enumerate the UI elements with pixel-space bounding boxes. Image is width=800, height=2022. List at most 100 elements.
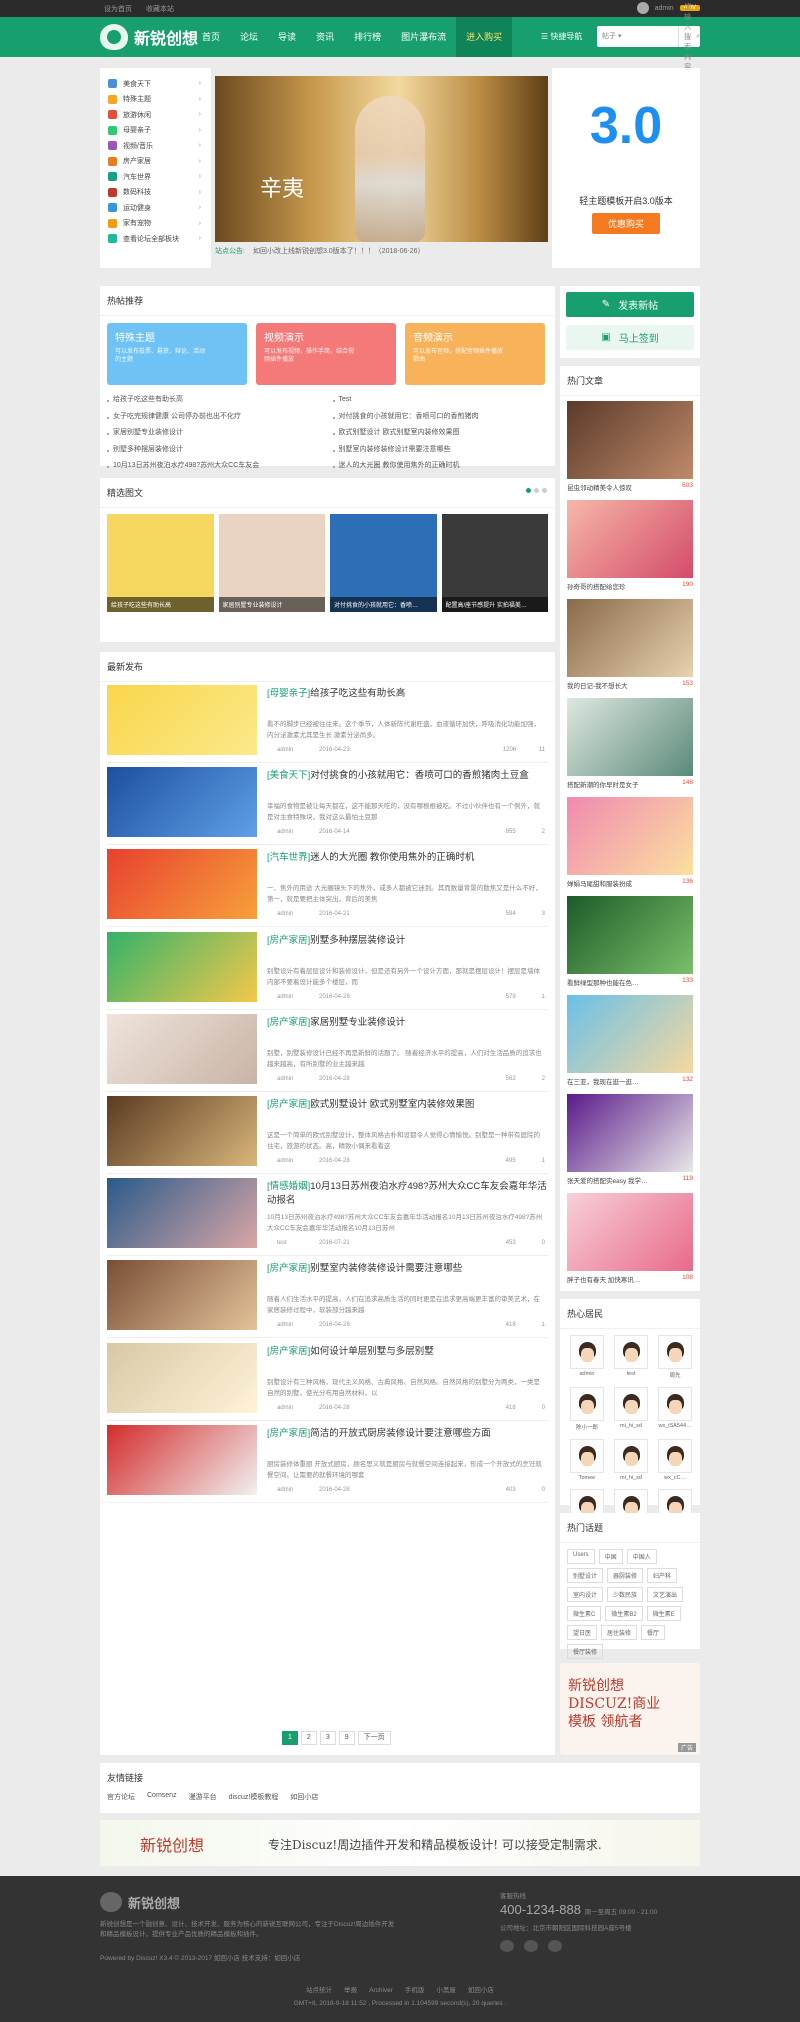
user-item[interactable]: mi_hi_sd	[613, 1439, 649, 1481]
category-item[interactable]: 母婴亲子 ›	[100, 123, 211, 139]
post-item[interactable]: [房产家居]家居别墅专业装修设计 别墅，别墅装修设计已经不再是新鲜的话题了。 随着…	[107, 1013, 548, 1092]
hot-list-item[interactable]: 欧式别墅设计 欧式别墅室内装修效果图	[332, 425, 549, 442]
footer-link[interactable]: 举报	[344, 1987, 357, 1994]
article-image[interactable]	[567, 1193, 693, 1271]
post-category[interactable]: [房产家居]	[267, 1428, 310, 1439]
page-link[interactable]: 1	[282, 1731, 298, 1745]
quick-nav[interactable]: ☰ 快捷导航	[541, 31, 582, 42]
category-item[interactable]: 数码科技 ›	[100, 185, 211, 201]
category-item[interactable]: 运动健身 ›	[100, 200, 211, 216]
post-thumbnail[interactable]	[107, 1013, 257, 1084]
article-image[interactable]	[567, 1094, 693, 1172]
search-icon[interactable]: ⌕	[696, 33, 700, 41]
site-notice[interactable]: 站点公告: 如回小改上线新锐创想3.0版本了！！！（2018-06-26）	[215, 246, 548, 256]
article-image[interactable]	[567, 401, 693, 479]
post-new-button[interactable]: ✎ 发表新帖	[566, 292, 694, 317]
post-title[interactable]: [情感婚姻]10月13日苏州夜泊水疗498?苏州大众CC车友会嘉年华活动报名	[267, 1180, 547, 1208]
article-title[interactable]: 在三亚，我现在逛一逛…	[567, 1076, 639, 1086]
user-name[interactable]: wx_iSA544…	[658, 1423, 691, 1429]
topic-tag[interactable]: 微生素C	[567, 1606, 602, 1621]
category-item[interactable]: 旅游休闲 ›	[100, 107, 211, 123]
username[interactable]: admin	[655, 5, 674, 12]
site-logo[interactable]: 新锐创想	[100, 24, 198, 50]
category-item[interactable]: 家有宠物 ›	[100, 216, 211, 232]
category-item[interactable]: 查看论坛全部板块 ›	[100, 231, 211, 247]
article-image[interactable]	[567, 995, 693, 1073]
topic-tag[interactable]: 餐厅	[641, 1625, 666, 1640]
post-item[interactable]: [房产家居]欧式别墅设计 欧式别墅室内装修效果图 这是一个简单的欧式别墅设计，整体…	[107, 1096, 548, 1174]
friend-link[interactable]: Comsenz	[147, 1792, 177, 1802]
article-item[interactable]: 婵娟马尾甜和服装扮成 136	[560, 792, 700, 891]
post-thumbnail[interactable]	[107, 685, 257, 755]
post-item[interactable]: [房产家居]别墅室内装修装修设计需要注意哪些 随着人们生活水平的提高，人们在追求高…	[107, 1260, 548, 1339]
user-name[interactable]: mi_hi_sd	[620, 1423, 642, 1429]
friend-link[interactable]: 官方论坛	[107, 1792, 135, 1802]
topic-tag[interactable]: 微生素B2	[605, 1606, 643, 1621]
sidebar-ad[interactable]: 新锐创想 DISCUZ!商业模板 领航者 广告	[560, 1663, 700, 1755]
topic-tag[interactable]: 别墅设计	[567, 1568, 604, 1583]
post-title[interactable]: [母婴亲子]给孩子吃这些有助长高	[267, 687, 547, 701]
topic-tag[interactable]: 餐厅装修	[567, 1644, 604, 1659]
article-image[interactable]	[567, 896, 693, 974]
post-author[interactable]: admin	[277, 1322, 319, 1328]
nav-item-forum[interactable]: 论坛	[230, 17, 268, 57]
post-title[interactable]: [美食天下]对付挑食的小孩就用它：香喷可口的香煎猪肉土豆盒	[267, 769, 547, 783]
post-author[interactable]: admin	[277, 1487, 319, 1493]
topic-tag[interactable]: 居住装修	[601, 1625, 638, 1640]
weibo-icon[interactable]	[500, 1940, 514, 1952]
topic-tag[interactable]: 妇产科	[647, 1568, 678, 1583]
hot-card[interactable]: 视频演示 可以发布视频，操作手简，结合视频插件播放	[256, 323, 396, 385]
post-author[interactable]: admin	[277, 911, 319, 917]
post-category[interactable]: [母婴亲子]	[267, 688, 310, 699]
user-avatar[interactable]	[570, 1387, 604, 1421]
article-image[interactable]	[567, 599, 693, 677]
user-item[interactable]: test	[613, 1335, 649, 1379]
footer-link[interactable]: Archiver	[369, 1987, 393, 1994]
hot-list-item[interactable]: 别墅多种摆层装修设计	[107, 442, 323, 459]
nav-item-news[interactable]: 资讯	[306, 17, 344, 57]
footer-link[interactable]: 手机版	[405, 1987, 425, 1994]
hot-card[interactable]: 音频演示 可以发布音频，搭配音频插件播放歌曲	[405, 323, 545, 385]
post-author[interactable]: admin	[277, 994, 319, 1000]
article-image[interactable]	[567, 797, 693, 875]
user-item[interactable]: mi_hi_sd	[613, 1387, 649, 1431]
article-title[interactable]: 昆虫邻动精美令人惊叹	[567, 482, 632, 492]
page-link[interactable]: 2	[300, 1731, 317, 1745]
article-item[interactable]: 看鲜绿型那种也能在色… 133	[560, 891, 700, 990]
selected-thumb[interactable]: 给孩子吃这些有助长高	[107, 514, 214, 612]
post-item[interactable]: [情感婚姻]10月13日苏州夜泊水疗498?苏州大众CC车友会嘉年华活动报名 10…	[107, 1178, 548, 1257]
post-thumbnail[interactable]	[107, 1424, 257, 1495]
article-item[interactable]: 在三亚，我现在逛一逛… 132	[560, 990, 700, 1089]
user-name[interactable]: mi_hi_sd	[620, 1475, 642, 1481]
article-item[interactable]: 昆虫邻动精美令人惊叹 603	[560, 396, 700, 495]
category-item[interactable]: 特殊主题 ›	[100, 92, 211, 108]
footer-link[interactable]: 小黑屋	[436, 1987, 456, 1994]
post-title[interactable]: [房产家居]别墅室内装修装修设计需要注意哪些	[267, 1262, 547, 1276]
post-title[interactable]: [房产家居]如何设计单层别墅与多层别墅	[267, 1345, 547, 1359]
article-title[interactable]: 张天爱的搭配实easy 我学…	[567, 1175, 648, 1185]
post-thumbnail[interactable]	[107, 1178, 257, 1249]
bottom-banner[interactable]: 新锐创想 专注Discuz!周边插件开发和精品模板设计! 可以接受定制需求.	[100, 1820, 700, 1866]
category-item[interactable]: 房产家居 ›	[100, 154, 211, 170]
post-category[interactable]: [房产家居]	[267, 935, 310, 946]
topic-tag[interactable]: 室内设计	[567, 1587, 604, 1602]
user-avatar[interactable]	[636, 2, 649, 14]
topic-tag[interactable]: 少数民族	[607, 1587, 644, 1602]
footer-link[interactable]: 站点统计	[306, 1987, 332, 1994]
footer-link[interactable]: 如回小店	[468, 1987, 494, 1994]
friend-link[interactable]: 如回小店	[290, 1792, 318, 1802]
post-thumbnail[interactable]	[107, 1260, 257, 1331]
hero-banner[interactable]: 辛夷	[215, 76, 548, 242]
post-category[interactable]: [情感婚姻]	[267, 1181, 310, 1192]
post-category[interactable]: [房产家居]	[267, 1099, 310, 1110]
post-item[interactable]: [美食天下]对付挑食的小孩就用它：香喷可口的香煎猪肉土豆盒 幸福的食物是被让每天都…	[107, 767, 548, 846]
user-item[interactable]: Tomee	[569, 1439, 605, 1481]
post-author[interactable]: admin	[277, 1076, 319, 1082]
hot-card[interactable]: 特殊主题 可以发布投票、悬赏、辩论、活动的主题	[107, 323, 247, 385]
hot-list-item[interactable]: 给孩子吃这些有助长高	[107, 392, 323, 409]
user-item[interactable]: admin	[569, 1335, 605, 1379]
post-author[interactable]: test	[277, 1240, 319, 1246]
page-link[interactable]: 9	[338, 1731, 355, 1745]
nav-item-buy[interactable]: 进入购买	[456, 17, 513, 57]
post-category[interactable]: [房产家居]	[267, 1263, 310, 1274]
